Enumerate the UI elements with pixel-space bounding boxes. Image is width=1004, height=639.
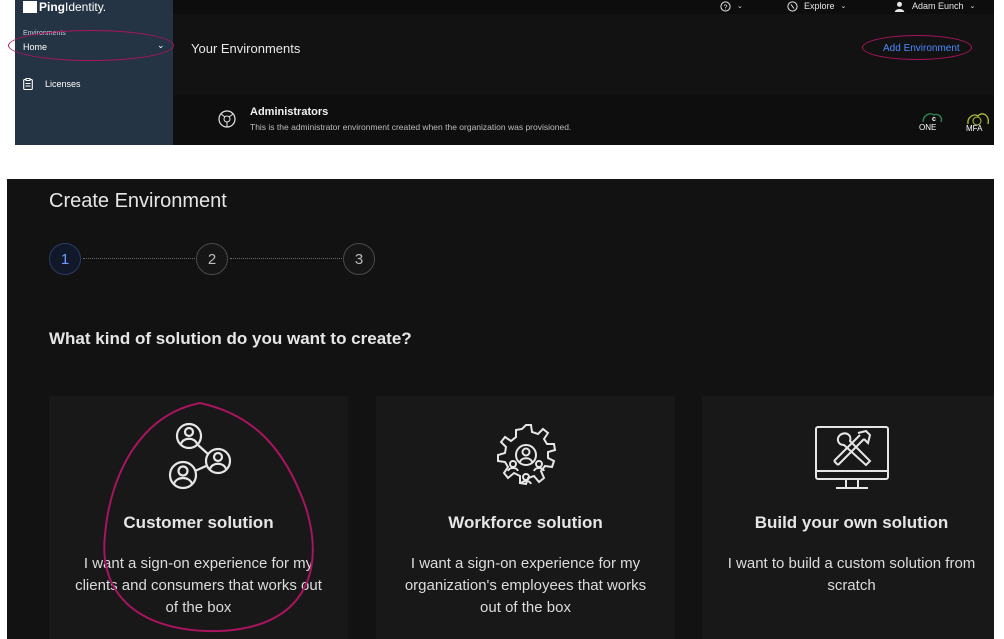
step-connector [230, 258, 342, 259]
step-2[interactable]: 2 [196, 243, 228, 275]
step-1[interactable]: 1 [49, 243, 81, 275]
explore-label: Explore [804, 1, 835, 11]
clipboard-icon [23, 78, 33, 90]
mfa-product-icon: MFA [963, 105, 993, 135]
chevron-down-icon: ⌄ [737, 3, 743, 10]
ping-identity-logo[interactable]: Ping Identity. [23, 0, 106, 14]
product-label: MFA [966, 124, 983, 133]
build-tools-monitor-icon [814, 426, 889, 489]
environments-label: Environments [23, 30, 66, 37]
sidebar: Ping Identity. Environments Home ⌄ Licens… [15, 0, 173, 145]
card-description: I want a sign-on experience for my organ… [404, 555, 647, 616]
svg-text:c: c [932, 116, 936, 123]
pingone-product-icon: c ONE [917, 105, 947, 135]
environment-globe-icon [217, 109, 237, 134]
sidebar-item-licenses[interactable]: Licenses [23, 78, 81, 90]
sidebar-item-label: Licenses [45, 79, 81, 89]
logo-text-bold: Ping [39, 0, 65, 14]
page-title: Your Environments [191, 41, 301, 56]
explore-compass-icon [787, 0, 798, 12]
step-3[interactable]: 3 [343, 243, 375, 275]
environment-name: Administrators [250, 106, 329, 118]
build-your-own-solution-card[interactable]: Build your own solution I want to build … [702, 396, 994, 639]
workforce-solution-card[interactable]: Workforce solution I want a sign-on expe… [376, 396, 675, 639]
chevron-down-icon: ⌄ [840, 3, 847, 10]
card-title: Workforce solution [448, 513, 603, 532]
annotation-circle-customer-solution [103, 401, 314, 633]
logo-mark-icon [23, 1, 37, 13]
user-name: Adam Eunch [912, 1, 964, 11]
help-circle-icon: ? [720, 0, 731, 12]
user-menu[interactable]: Adam Eunch ⌄ [894, 0, 975, 12]
add-environment-button[interactable]: Add Environment [883, 43, 960, 54]
help-menu[interactable]: ? ⌄ [720, 0, 743, 12]
chevron-down-icon[interactable]: ⌄ [157, 40, 165, 51]
environment-selector[interactable]: Home [23, 42, 47, 52]
chevron-down-icon: ⌄ [969, 3, 976, 10]
card-title: Build your own solution [754, 513, 949, 532]
card-description: I want to build a custom solution from s… [727, 555, 976, 594]
workforce-gear-icon [496, 424, 556, 486]
page-title: Create Environment [49, 190, 227, 212]
environment-description: This is the administrator environment cr… [250, 122, 572, 132]
step-connector [83, 258, 195, 259]
environments-screenshot: Ping Identity. Environments Home ⌄ Licens… [15, 0, 994, 145]
svg-text:?: ? [724, 4, 728, 11]
explore-menu[interactable]: Explore ⌄ [787, 0, 846, 12]
solution-question: What kind of solution do you want to cre… [49, 329, 412, 348]
logo-text-regular: Identity. [65, 0, 107, 14]
product-label: ONE [919, 123, 936, 132]
user-avatar-icon [894, 1, 905, 12]
top-bar: ? ⌄ Explore ⌄ Adam Eunch ⌄ [173, 0, 994, 14]
environment-row[interactable]: Administrators This is the administrator… [173, 95, 994, 145]
